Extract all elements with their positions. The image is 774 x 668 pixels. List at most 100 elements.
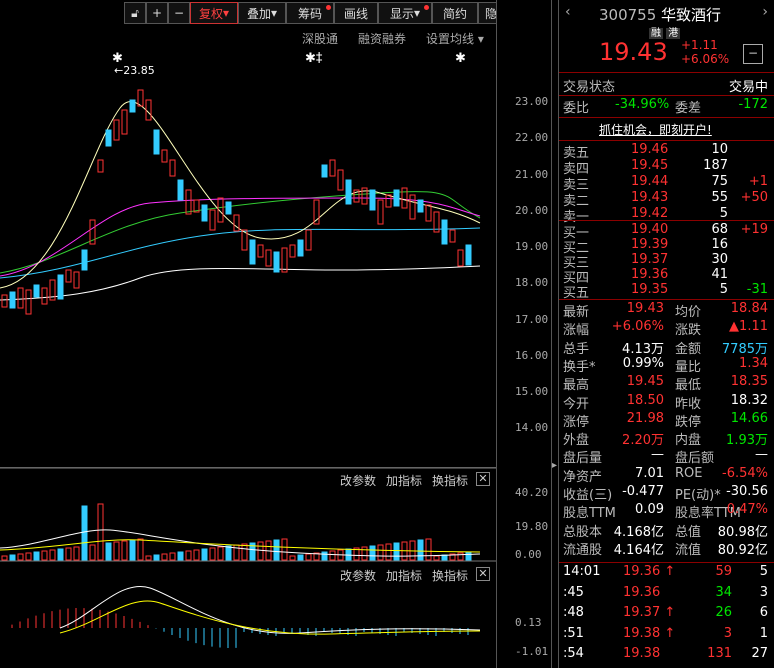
volume-bar: [321, 551, 328, 561]
tick-time: :51: [563, 625, 584, 641]
candle: [401, 187, 408, 209]
tick-time: :48: [563, 605, 584, 620]
stat-row: 外盘 2.20万 内盘 1.93万: [563, 429, 772, 448]
ask-volume: 55: [711, 190, 728, 205]
event-marker: ✱‡: [305, 51, 323, 66]
price-tick: 20.00: [515, 204, 549, 217]
stat-row: 总股本 4.168亿 总值 80.98亿: [563, 521, 772, 540]
collapse-handle[interactable]: ▸: [552, 460, 557, 471]
volume-bar: [185, 550, 192, 561]
candle: [321, 164, 328, 178]
huaxian-button[interactable]: 画线: [334, 2, 378, 24]
stat-label: 量比: [675, 359, 702, 375]
back-icon[interactable]: ‹: [565, 4, 571, 20]
candle: [425, 204, 432, 222]
volume-bar: [217, 546, 224, 561]
stat-value: +6.06%: [611, 319, 664, 335]
bid-volume: 5: [719, 282, 728, 297]
stat-row: 净资产 7.01 ROE -6.54%: [563, 466, 772, 485]
stat-label: 最新: [563, 305, 590, 320]
tick-time: :45: [563, 584, 584, 600]
tick-volume: 59: [715, 564, 732, 579]
stat-label: 股息TTM: [563, 506, 616, 522]
ask-volume: 187: [703, 158, 728, 173]
chouma-button[interactable]: 筹码: [286, 2, 334, 24]
volume-bar: [9, 554, 16, 561]
stat-row: 最高 19.45 最低 18.35: [563, 374, 772, 393]
add-indicator-button-2[interactable]: 加指标: [386, 567, 422, 584]
bid-price: 19.36: [631, 267, 669, 282]
minus-button[interactable]: −: [743, 44, 763, 64]
stat-value: 4.168亿: [613, 524, 664, 540]
stat-value: 0.09: [635, 502, 664, 518]
rzrq-link[interactable]: 融资融券: [358, 30, 406, 47]
candle: [289, 244, 296, 258]
tick-price: 19.38: [623, 646, 661, 661]
switch-indicator-button-1[interactable]: 换指标: [432, 472, 468, 489]
volume-bar: [169, 552, 176, 561]
volume-bar: [225, 545, 232, 561]
stock-title: 300755 华致酒行: [599, 6, 722, 24]
volume-bar: [177, 551, 184, 561]
candle: [81, 249, 88, 271]
change-params-button-2[interactable]: 改参数: [340, 567, 376, 584]
volume-bar: [433, 555, 440, 561]
add-indicator-button-1[interactable]: 加指标: [386, 472, 422, 489]
bid-price: 19.39: [631, 237, 669, 252]
volume-bar: [33, 551, 40, 561]
tick-time: :54: [563, 646, 584, 661]
bid-volume: 30: [711, 252, 728, 267]
set-ma-link[interactable]: 设置均线 ▾: [426, 30, 484, 47]
stat-value: 0.99%: [622, 355, 664, 371]
price-tick: 22.00: [515, 131, 549, 144]
candle: [73, 271, 80, 289]
stat-value: —: [651, 447, 664, 463]
xianshi-button[interactable]: 显示 ▾: [378, 2, 432, 24]
stat-label: 跌停: [675, 414, 702, 430]
price-tick: 16.00: [515, 349, 549, 362]
zoom-out-button[interactable]: −: [168, 2, 190, 24]
close-indicator-button-1[interactable]: ✕: [476, 472, 490, 486]
candle: [417, 199, 424, 213]
volume-bar: [153, 554, 160, 561]
stat-label: 涨幅: [563, 323, 590, 339]
stat-value: 14.66: [730, 410, 768, 426]
change-params-button-1[interactable]: 改参数: [340, 472, 376, 489]
tick-count: 3: [759, 584, 768, 600]
open-account-link[interactable]: 抓住机会，即刻开户!: [599, 121, 712, 138]
candle: [169, 159, 176, 177]
volume-bar: [97, 503, 104, 561]
diejia-button[interactable]: 叠加 ▾: [238, 2, 286, 24]
volume-bar: [241, 543, 248, 561]
fuquan-button[interactable]: 复权 ▾: [190, 2, 238, 24]
forward-icon[interactable]: ›: [762, 4, 768, 20]
ask-volume: 5: [719, 206, 728, 221]
close-indicator-button-2[interactable]: ✕: [476, 567, 490, 581]
stat-value: 18.84: [730, 301, 768, 316]
stat-row: 收益(三) -0.477 PE(动)* -30.56: [563, 484, 772, 503]
ask-price: 19.46: [631, 142, 669, 157]
stat-label: 昨收: [675, 396, 702, 412]
volume-bar: [377, 544, 384, 561]
lock-button[interactable]: 🔓︎: [124, 2, 146, 24]
volume-bar: [25, 552, 32, 561]
stat-row: 总手 4.13万 金额 7785万: [563, 338, 772, 357]
stat-value: —: [755, 447, 768, 463]
tick-count: 27: [751, 646, 768, 661]
sgt-link[interactable]: 深股通: [302, 30, 338, 47]
switch-indicator-button-2[interactable]: 换指标: [432, 567, 468, 584]
tick-row: :45 19.36 34 3: [563, 585, 772, 604]
volume-bar: [17, 553, 24, 561]
volume-bar: [161, 553, 168, 561]
volume-bar: [305, 553, 312, 561]
volume-bar: [89, 544, 96, 561]
stat-label: 盘后额: [675, 451, 715, 467]
tick-count: 6: [759, 605, 768, 620]
candle: [105, 129, 112, 147]
zoom-in-button[interactable]: +: [146, 2, 168, 24]
jianyue-button[interactable]: 简约: [432, 2, 478, 24]
ask-price: 19.43: [631, 190, 669, 205]
volume-bar: [273, 539, 280, 561]
candle: [257, 244, 264, 258]
volume-bar: [289, 555, 296, 561]
